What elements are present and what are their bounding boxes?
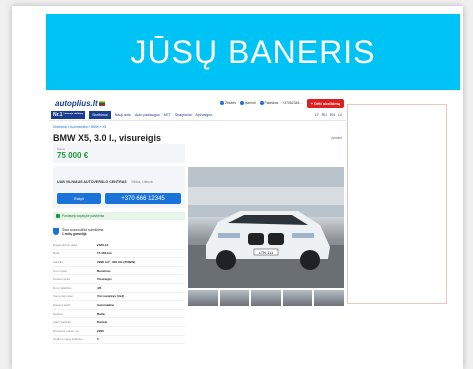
nav-item-straipsniai[interactable]: Straipsniai — [175, 113, 192, 117]
saved-link[interactable]: Įsiminti — [239, 101, 256, 106]
seller-box: UAB VILNIAUS AUTOVERSLO CENTRAS Vilnius,… — [53, 166, 185, 208]
spec-row: Vairo padėtis Kairėje — [53, 318, 185, 327]
save-listing-button[interactable]: Įsiminti — [331, 136, 342, 140]
breadcrumb[interactable]: Skelbimai » Automobiliai » BMW » X5 — [49, 121, 346, 129]
nav-item-nauji-auto[interactable]: Nauji auto — [115, 113, 131, 117]
listing-title: BMW X5, 3.0 l., visureigis — [53, 133, 162, 143]
nav-item-apzvalgos[interactable]: Apžvalgos — [196, 113, 213, 117]
spec-row: Spalva Balta — [53, 310, 185, 319]
spec-row: Sėdimų vietų skaičius 5 — [53, 336, 185, 345]
show-phone-button[interactable]: +370 666 12345 — [105, 193, 181, 204]
thumbnail[interactable] — [219, 290, 250, 306]
nr1-badge: Nr.1Lietuvoje skelbimų — [51, 111, 86, 119]
thumbnail[interactable] — [282, 290, 313, 306]
banner-placeholder[interactable]: JŪSŲ BANERIS — [46, 14, 460, 90]
lang-lt[interactable]: LT — [315, 113, 319, 117]
seller-location: Vilnius, Lietuva — [131, 180, 153, 184]
search-icon — [259, 101, 264, 106]
spec-row: Kėbulo tipas Visureigis — [53, 275, 185, 284]
shield-icon — [53, 228, 59, 235]
site-header: autoplius.lt Žinutės Įsiminti Paieškos +… — [49, 96, 346, 110]
lang-en[interactable]: EN — [330, 113, 335, 117]
spec-row: Pavarų dėžė Automatinė — [53, 301, 185, 310]
messages-icon — [219, 101, 224, 106]
license-plate: LTN 111 — [259, 250, 274, 255]
spec-row: Pagaminimo data 2020-12 — [53, 241, 185, 250]
site-logo[interactable]: autoplius.lt — [55, 99, 105, 108]
post-ad-button[interactable]: + Dėti skelbimą — [306, 98, 344, 108]
site-nav: Nr.1Lietuvoje skelbimų Skelbimai Nauji a… — [49, 110, 346, 121]
spec-row: Variklis 2998 cm³, 340 AG (250kW) — [53, 258, 185, 267]
check-icon — [56, 214, 60, 218]
listing-site-preview: autoplius.lt Žinutės Įsiminti Paieškos +… — [49, 96, 346, 369]
spec-row: Durų skaičius 4/5 — [53, 284, 185, 293]
thumbnail[interactable] — [188, 290, 218, 306]
listing-details-column: Kaina 75 000 € UAB VILNIAUS AUTOVERSLO C… — [53, 144, 185, 345]
car-illustration: LTN 111 — [188, 167, 344, 288]
nav-item-auto-paslaugos[interactable]: Auto paslaugos — [135, 113, 160, 117]
thumbnail[interactable] — [251, 290, 281, 306]
nav-item-skelbimai[interactable]: Skelbimai — [89, 111, 111, 119]
main-car-photo[interactable]: LTN 111 — [188, 167, 344, 288]
user-phone[interactable]: +37062345… — [282, 101, 302, 105]
warranty-notice: Šiam automobiliui suteikiama 1 metų garan… — [53, 228, 185, 236]
nav-item-ket[interactable]: KET — [164, 113, 171, 117]
header-links: Žinutės Įsiminti Paieškos +37062345… + D… — [219, 98, 344, 108]
seller-verified-badge: Pardavėjo tapatybė patvirtinta — [53, 212, 185, 220]
searches-link[interactable]: Paieškos — [259, 101, 278, 106]
language-switcher: LT RU EN LV — [315, 113, 346, 117]
spec-row: Rida 15 480 km — [53, 250, 185, 259]
lithuania-flag-icon — [98, 100, 105, 106]
specs-table: Pagaminimo data 2020-12 Rida 15 480 km Var… — [53, 241, 185, 345]
seller-name[interactable]: UAB VILNIAUS AUTOVERSLO CENTRAS — [57, 180, 127, 184]
price-box: Kaina 75 000 € — [53, 144, 185, 163]
lang-ru[interactable]: RU — [322, 113, 327, 117]
heart-icon — [239, 101, 244, 106]
price-value: 75 000 € — [57, 151, 89, 160]
page-card: JŪSŲ BANERIS autoplius.lt Žinutės Įsimin… — [12, 6, 463, 369]
write-message-button[interactable]: Rašyti — [57, 193, 101, 204]
thumbnail[interactable] — [314, 290, 344, 306]
spec-row: Varomieji ratai Visi varantys (4x4) — [53, 293, 185, 302]
spec-row: Kuro tipas Benzinas — [53, 267, 185, 276]
photo-thumbnails — [188, 290, 344, 306]
lang-lv[interactable]: LV — [338, 113, 342, 117]
side-ad-placeholder[interactable] — [347, 104, 447, 304]
messages-link[interactable]: Žinutės — [219, 101, 236, 106]
spec-row: Nuosava masė, kg 2000 — [53, 327, 185, 336]
